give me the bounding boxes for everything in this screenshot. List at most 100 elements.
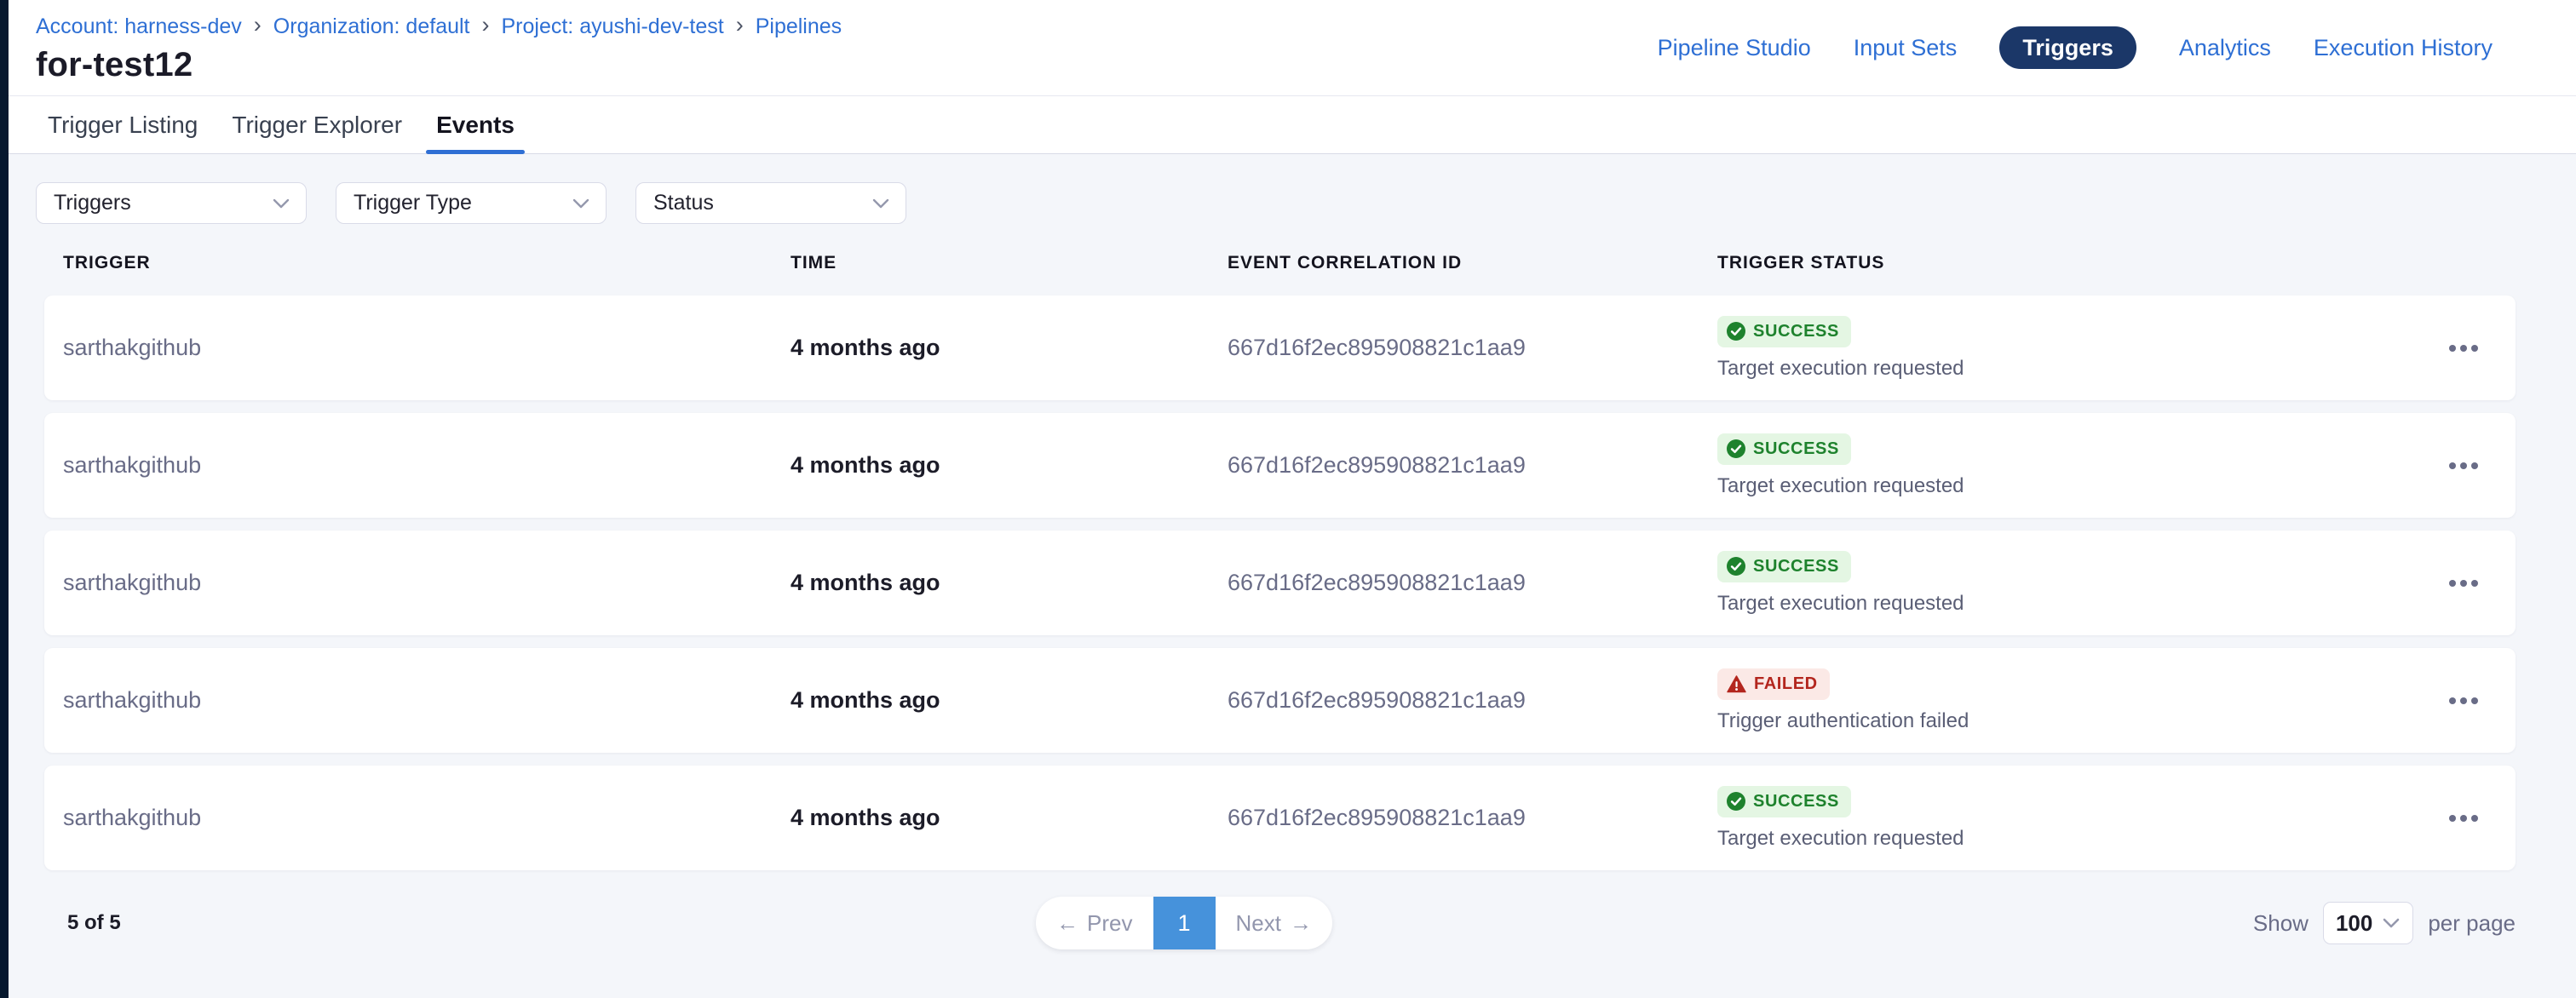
- time-cell: 4 months ago: [791, 335, 1228, 361]
- dot-icon: [2449, 345, 2456, 352]
- pagination-bar: 5 of 5 ← Prev 1 Next → Show 100 per pa: [44, 897, 2516, 949]
- chevron-down-icon: [572, 198, 590, 209]
- triggers-filter-label: Triggers: [54, 191, 131, 215]
- next-page-button[interactable]: Next →: [1216, 897, 1333, 949]
- dot-icon: [2460, 580, 2467, 587]
- status-success-icon: [1727, 792, 1745, 811]
- trigger-name-cell: sarthakgithub: [44, 805, 791, 831]
- triggers-tabbar: Trigger Listing Trigger Explorer Events: [9, 95, 2576, 154]
- table-row[interactable]: sarthakgithub 4 months ago 667d16f2ec895…: [44, 531, 2516, 635]
- trigger-name-cell: sarthakgithub: [44, 452, 791, 479]
- status-badge-label: SUCCESS: [1753, 439, 1839, 459]
- time-cell: 4 months ago: [791, 452, 1228, 479]
- prev-page-button[interactable]: ← Prev: [1036, 897, 1153, 949]
- status-message: Target execution requested: [1717, 592, 2449, 616]
- time-cell: 4 months ago: [791, 687, 1228, 714]
- dot-icon: [2449, 580, 2456, 587]
- prev-label: Prev: [1087, 910, 1132, 937]
- row-actions-menu-button[interactable]: [2449, 336, 2478, 360]
- row-actions-menu-button[interactable]: [2449, 689, 2478, 713]
- column-header-time: TIME: [791, 253, 1228, 273]
- dot-icon: [2449, 697, 2456, 704]
- dot-icon: [2460, 815, 2467, 822]
- events-table-body: sarthakgithub 4 months ago 667d16f2ec895…: [44, 295, 2516, 870]
- triggers-filter-dropdown[interactable]: Triggers: [36, 182, 307, 224]
- dot-icon: [2449, 815, 2456, 822]
- status-badge-label: SUCCESS: [1753, 792, 1839, 812]
- event-correlation-id-cell: 667d16f2ec895908821c1aa9: [1228, 452, 1717, 479]
- table-row[interactable]: sarthakgithub 4 months ago 667d16f2ec895…: [44, 413, 2516, 518]
- breadcrumb-organization-link[interactable]: Organization: default: [273, 14, 470, 39]
- status-success-icon: [1727, 557, 1745, 576]
- row-actions-menu-button[interactable]: [2449, 571, 2478, 595]
- nav-item-execution-history[interactable]: Execution History: [2314, 35, 2493, 61]
- table-header-row: TRIGGER TIME EVENT CORRELATION ID TRIGGE…: [44, 253, 2516, 273]
- pager: ← Prev 1 Next →: [1036, 897, 1332, 949]
- per-page-label: per page: [2428, 910, 2516, 937]
- page-size-value: 100: [2336, 910, 2372, 937]
- dot-icon: [2460, 462, 2467, 469]
- breadcrumb-project-link[interactable]: Project: ayushi-dev-test: [502, 14, 724, 39]
- trigger-type-filter-label: Trigger Type: [354, 191, 472, 215]
- status-badge-label: FAILED: [1754, 674, 1818, 694]
- dot-icon: [2471, 345, 2478, 352]
- next-label: Next: [1236, 910, 1281, 937]
- status-success-icon: [1727, 322, 1745, 341]
- dot-icon: [2471, 697, 2478, 704]
- breadcrumb-account-link[interactable]: Account: harness-dev: [36, 14, 242, 39]
- chevron-down-icon: [272, 198, 290, 209]
- column-header-trigger-status: TRIGGER STATUS: [1717, 253, 2449, 273]
- status-filter-label: Status: [653, 191, 714, 215]
- nav-item-triggers-active[interactable]: Triggers: [1999, 26, 2136, 69]
- tab-trigger-listing[interactable]: Trigger Listing: [48, 96, 198, 153]
- trigger-type-filter-dropdown[interactable]: Trigger Type: [336, 182, 607, 224]
- chevron-down-icon: [871, 198, 890, 209]
- status-filter-dropdown[interactable]: Status: [635, 182, 906, 224]
- row-actions-menu-button[interactable]: [2449, 806, 2478, 830]
- status-message: Trigger authentication failed: [1717, 709, 2449, 733]
- status-badge-label: SUCCESS: [1753, 322, 1839, 341]
- time-cell: 4 months ago: [791, 805, 1228, 831]
- event-correlation-id-cell: 667d16f2ec895908821c1aa9: [1228, 570, 1717, 596]
- time-cell: 4 months ago: [791, 570, 1228, 596]
- right-arrow-icon: →: [1290, 910, 1312, 937]
- breadcrumb-separator: ›: [254, 14, 262, 40]
- trigger-status-cell: SUCCESS Target execution requested: [1717, 786, 2449, 851]
- status-badge: SUCCESS: [1717, 433, 1851, 465]
- status-badge-label: SUCCESS: [1753, 557, 1839, 576]
- status-badge: SUCCESS: [1717, 551, 1851, 582]
- nav-item-input-sets[interactable]: Input Sets: [1854, 35, 1958, 61]
- nav-item-analytics[interactable]: Analytics: [2179, 35, 2271, 61]
- event-correlation-id-cell: 667d16f2ec895908821c1aa9: [1228, 805, 1717, 831]
- event-correlation-id-cell: 667d16f2ec895908821c1aa9: [1228, 335, 1717, 361]
- trigger-status-cell: SUCCESS Target execution requested: [1717, 433, 2449, 498]
- table-row[interactable]: sarthakgithub 4 months ago 667d16f2ec895…: [44, 766, 2516, 870]
- status-badge: SUCCESS: [1717, 316, 1851, 347]
- trigger-status-cell: SUCCESS Target execution requested: [1717, 316, 2449, 381]
- status-message: Target execution requested: [1717, 474, 2449, 498]
- dot-icon: [2471, 462, 2478, 469]
- column-header-event-correlation-id: EVENT CORRELATION ID: [1228, 253, 1717, 273]
- nav-item-pipeline-studio[interactable]: Pipeline Studio: [1658, 35, 1811, 61]
- table-row[interactable]: sarthakgithub 4 months ago 667d16f2ec895…: [44, 648, 2516, 753]
- breadcrumb-separator: ›: [736, 14, 744, 40]
- show-label: Show: [2253, 910, 2309, 937]
- collapsed-sidenav-strip: [0, 0, 9, 998]
- dot-icon: [2460, 697, 2467, 704]
- chevron-down-icon: [2382, 917, 2401, 929]
- tab-events[interactable]: Events: [436, 96, 515, 153]
- tab-trigger-explorer[interactable]: Trigger Explorer: [232, 96, 402, 153]
- breadcrumb-pipelines-link[interactable]: Pipelines: [756, 14, 842, 39]
- status-success-icon: [1727, 439, 1745, 458]
- status-message: Target execution requested: [1717, 357, 2449, 381]
- table-row[interactable]: sarthakgithub 4 months ago 667d16f2ec895…: [44, 295, 2516, 400]
- trigger-status-cell: SUCCESS Target execution requested: [1717, 551, 2449, 616]
- page-1-button[interactable]: 1: [1153, 897, 1216, 949]
- pagination-summary: 5 of 5: [67, 911, 121, 935]
- dot-icon: [2471, 815, 2478, 822]
- page-size-dropdown[interactable]: 100: [2323, 902, 2413, 944]
- filter-row: Triggers Trigger Type Status: [36, 182, 2576, 224]
- row-actions-menu-button[interactable]: [2449, 454, 2478, 478]
- breadcrumb-separator: ›: [482, 14, 490, 40]
- dot-icon: [2460, 345, 2467, 352]
